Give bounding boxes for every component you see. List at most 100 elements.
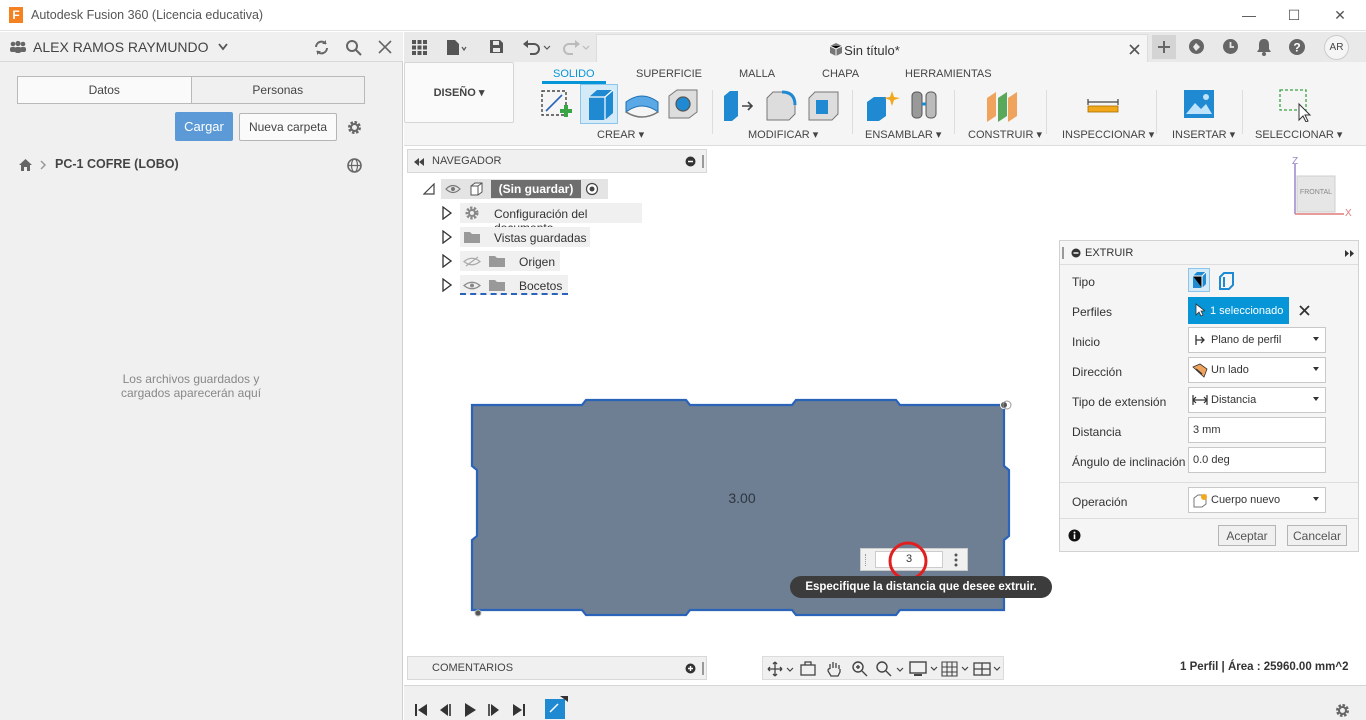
group-crear[interactable]: CREAR ▾ xyxy=(597,128,644,141)
close-tab-icon[interactable] xyxy=(1129,44,1140,55)
upload-button[interactable]: Cargar xyxy=(175,112,233,141)
distance-field[interactable]: 3 mm xyxy=(1188,417,1326,443)
save-icon[interactable] xyxy=(489,39,504,54)
group-inspeccionar[interactable]: INSPECCIONAR ▾ xyxy=(1062,128,1154,141)
tree-item-sketches[interactable]: Bocetos xyxy=(460,275,568,295)
extent-type-dropdown[interactable]: Distancia xyxy=(1188,387,1326,413)
drag-grip[interactable] xyxy=(865,554,867,566)
tab-personas[interactable]: Personas xyxy=(190,77,364,103)
operation-dropdown[interactable]: Cuerpo nuevo xyxy=(1188,487,1326,513)
create-sketch-icon[interactable] xyxy=(540,86,574,122)
fit-zoom-icon[interactable] xyxy=(875,660,905,678)
go-to-end-icon[interactable] xyxy=(512,703,526,717)
home-icon[interactable] xyxy=(18,158,33,172)
new-component-icon[interactable] xyxy=(864,88,900,122)
help-icon[interactable]: ? xyxy=(1288,38,1306,56)
minus-circle-icon[interactable] xyxy=(1071,248,1081,258)
view-cube[interactable]: Z X FRONTAL xyxy=(1288,156,1354,219)
tree-item-origin[interactable]: Origen xyxy=(460,251,560,271)
step-forward-icon[interactable] xyxy=(487,703,501,717)
eye-icon[interactable] xyxy=(445,184,461,194)
group-seleccionar[interactable]: SELECCIONAR ▾ xyxy=(1255,128,1342,141)
taper-angle-field[interactable]: 0.0 deg xyxy=(1188,447,1326,473)
tab-malla[interactable]: MALLA xyxy=(739,68,775,80)
maximize-button[interactable]: ☐ xyxy=(1279,4,1309,26)
user-name[interactable]: ALEX RAMOS RAYMUNDO xyxy=(33,39,209,55)
collapse-panel-icon[interactable] xyxy=(413,157,425,167)
timeline-settings-gear-icon[interactable] xyxy=(1334,702,1351,719)
clear-selection-icon[interactable] xyxy=(1299,305,1310,316)
refresh-icon[interactable] xyxy=(313,39,330,56)
info-icon[interactable] xyxy=(1068,529,1081,542)
globe-icon[interactable] xyxy=(346,157,363,174)
document-tab[interactable]: Sin título* xyxy=(596,34,1148,64)
tab-datos[interactable]: Datos xyxy=(18,77,191,103)
play-icon[interactable] xyxy=(463,702,477,718)
group-construir[interactable]: CONSTRUIR ▾ xyxy=(968,128,1042,141)
activate-radio-icon[interactable] xyxy=(585,182,599,196)
profiles-selection-button[interactable]: 1 seleccionado xyxy=(1188,297,1289,324)
chevron-down-icon[interactable] xyxy=(218,43,228,51)
search-icon[interactable] xyxy=(345,39,362,56)
team-icon[interactable] xyxy=(9,40,27,54)
press-pull-icon[interactable] xyxy=(722,88,756,122)
close-icon[interactable] xyxy=(378,40,392,54)
tree-item-saved-views[interactable]: Vistas guardadas xyxy=(460,227,590,247)
minus-circle-icon[interactable] xyxy=(685,156,696,167)
expand-triangle-icon[interactable] xyxy=(442,254,452,268)
project-name[interactable]: PC-1 COFRE (LOBO) xyxy=(55,157,179,171)
gear-icon[interactable] xyxy=(346,119,363,136)
hole-icon[interactable] xyxy=(666,88,700,120)
direction-dropdown[interactable]: Un lado xyxy=(1188,357,1326,383)
joint-icon[interactable] xyxy=(908,88,942,122)
group-insertar[interactable]: INSERTAR ▾ xyxy=(1172,128,1235,141)
view-cube-face[interactable]: FRONTAL xyxy=(1297,189,1335,196)
grid-icon[interactable] xyxy=(412,40,427,55)
avatar[interactable]: AR xyxy=(1324,35,1349,60)
extrude-tool-button[interactable] xyxy=(580,84,618,124)
close-window-button[interactable]: ✕ xyxy=(1325,4,1355,26)
insert-image-icon[interactable] xyxy=(1183,89,1215,119)
display-settings-icon[interactable] xyxy=(909,661,939,677)
go-to-start-icon[interactable] xyxy=(414,703,428,717)
collapse-triangle-icon[interactable] xyxy=(423,183,435,195)
expand-panel-icon[interactable] xyxy=(1344,249,1355,258)
shell-icon[interactable] xyxy=(806,88,842,122)
timeline-sketch-feature-icon[interactable] xyxy=(544,696,568,720)
notifications-icon[interactable] xyxy=(1256,38,1272,56)
group-modificar[interactable]: MODIFICAR ▾ xyxy=(748,128,818,141)
expand-triangle-icon[interactable] xyxy=(442,206,452,220)
tab-solido[interactable]: SOLIDO xyxy=(553,68,595,80)
revolve-icon[interactable] xyxy=(624,88,660,120)
thin-extrude-icon[interactable] xyxy=(1217,270,1237,290)
group-ensamblar[interactable]: ENSAMBLAR ▾ xyxy=(865,128,941,141)
offset-plane-icon[interactable] xyxy=(984,88,1020,122)
workspace-switcher[interactable]: DISEÑO ▾ xyxy=(404,62,514,123)
pan-hand-icon[interactable] xyxy=(825,660,843,678)
tab-herramientas[interactable]: HERRAMIENTAS xyxy=(905,68,992,80)
orbit-icon[interactable] xyxy=(767,661,795,677)
zoom-icon[interactable] xyxy=(851,660,869,678)
fillet-icon[interactable] xyxy=(764,88,800,122)
redo-icon[interactable] xyxy=(561,39,591,55)
type-solid-button[interactable] xyxy=(1188,268,1210,292)
eye-icon[interactable] xyxy=(463,280,481,291)
tab-superficie[interactable]: SUPERFICIE xyxy=(636,68,702,80)
new-folder-button[interactable]: Nueva carpeta xyxy=(239,113,337,141)
step-back-icon[interactable] xyxy=(438,703,452,717)
file-menu-icon[interactable] xyxy=(445,39,467,56)
tab-chapa[interactable]: CHAPA xyxy=(822,68,859,80)
add-comment-icon[interactable] xyxy=(685,663,696,674)
panel-grip[interactable] xyxy=(702,155,704,168)
cancel-button[interactable]: Cancelar xyxy=(1287,525,1347,546)
ok-button[interactable]: Aceptar xyxy=(1218,525,1276,546)
minimize-button[interactable]: — xyxy=(1234,4,1264,26)
start-dropdown[interactable]: Plano de perfil xyxy=(1188,327,1326,353)
extensions-icon[interactable] xyxy=(1188,38,1205,55)
look-at-icon[interactable] xyxy=(799,661,817,677)
new-tab-button[interactable] xyxy=(1152,35,1176,59)
panel-grip[interactable] xyxy=(702,662,704,675)
tree-item-doc-settings[interactable]: Configuración del documento xyxy=(460,203,642,235)
hidden-eye-icon[interactable] xyxy=(463,256,481,267)
dialog-grip[interactable] xyxy=(1062,247,1064,259)
